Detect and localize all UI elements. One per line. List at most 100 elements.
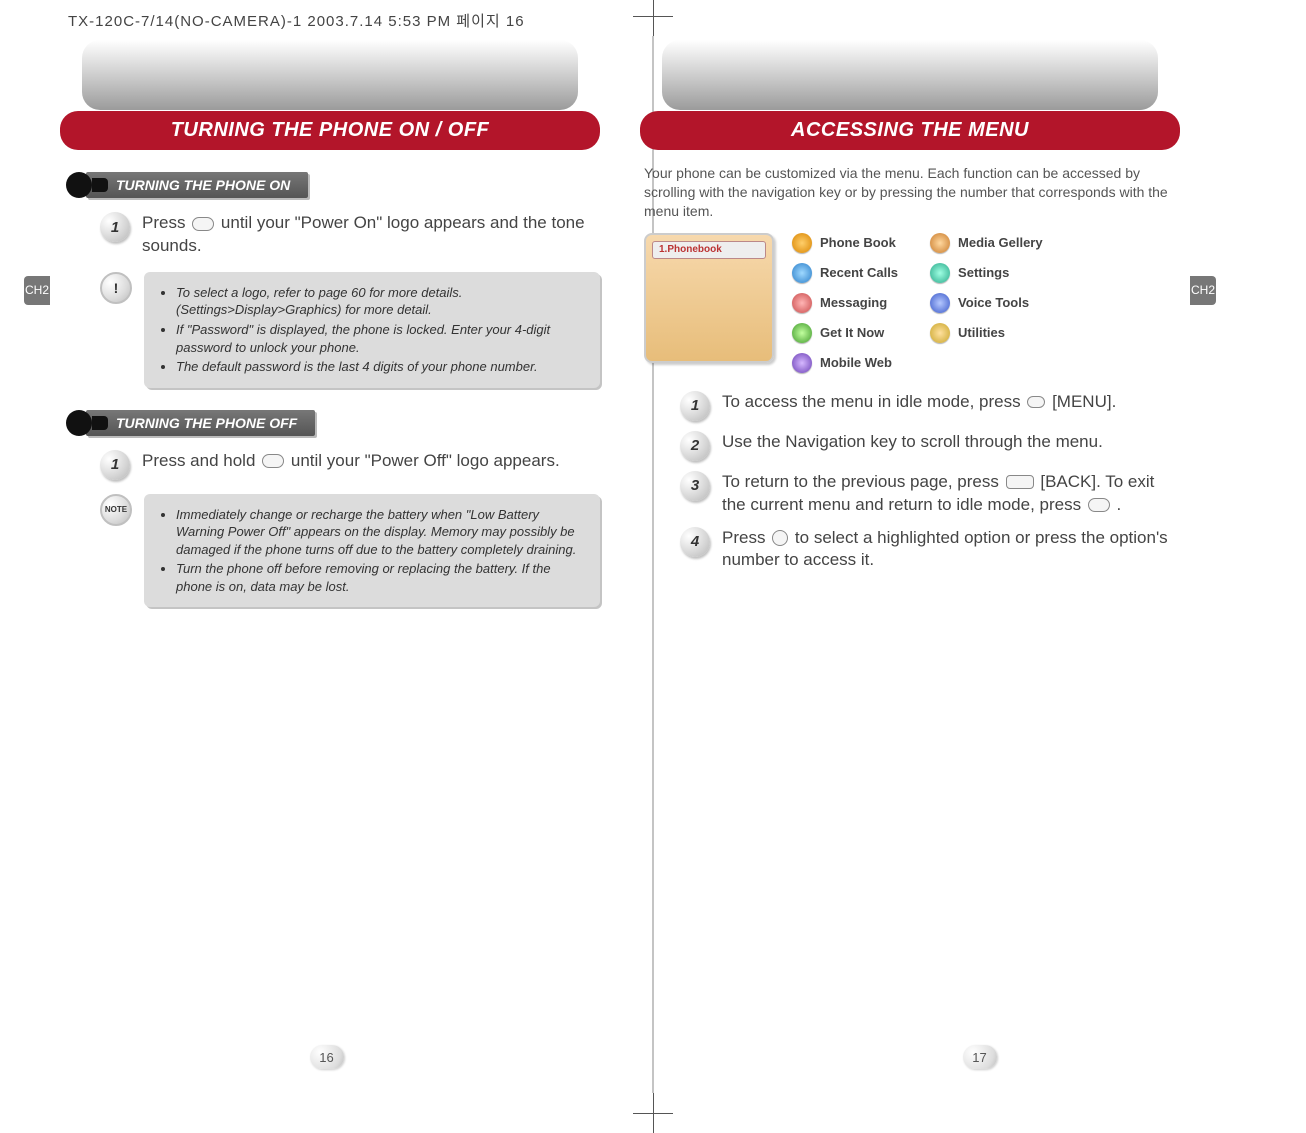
step-number: 4: [680, 527, 710, 557]
chapter-tab-left: CH2: [24, 276, 50, 305]
text: until your "Power Off" logo appears.: [291, 451, 560, 470]
menu-label: Phone Book: [820, 235, 896, 250]
tip-item: The default password is the last 4 digit…: [176, 358, 586, 376]
menu-col-1: Phone Book Recent Calls Messaging Get It…: [792, 233, 898, 373]
page-footer: 16 17: [0, 1045, 1306, 1069]
media-gallery-icon: [930, 233, 950, 253]
menu-col-2: Media Gellery Settings Voice Tools Utili…: [930, 233, 1043, 373]
bullet-icon: [66, 410, 92, 436]
step-text: Press to select a highlighted option or …: [722, 527, 1180, 573]
step-number: 2: [680, 431, 710, 461]
step-off-1: 1 Press and hold until your "Power Off" …: [100, 450, 600, 480]
text: To access the menu in idle mode, press: [722, 392, 1025, 411]
subheading-on: TURNING THE PHONE ON: [66, 172, 600, 198]
step-text: To access the menu in idle mode, press […: [722, 391, 1116, 421]
note-callout: NOTE Immediately change or recharge the …: [100, 494, 600, 608]
subheading-label: TURNING THE PHONE ON: [86, 172, 308, 198]
step-1: 1 To access the menu in idle mode, press…: [680, 391, 1180, 421]
menu-label: Voice Tools: [958, 295, 1029, 310]
step-number: 3: [680, 471, 710, 501]
text: to select a highlighted option or press …: [722, 528, 1168, 570]
menu-item: Settings: [930, 263, 1043, 283]
menu-label: Mobile Web: [820, 355, 892, 370]
chapter-tab-label: CH2: [1191, 283, 1215, 297]
page-number-left: 16: [310, 1045, 344, 1069]
print-header: TX-120C-7/14(NO-CAMERA)-1 2003.7.14 5:53…: [68, 10, 525, 31]
menu-label: Get It Now: [820, 325, 884, 340]
chapter-tab-label: CH2: [25, 283, 49, 297]
bullet-icon: [66, 172, 92, 198]
step-2: 2 Use the Navigation key to scroll throu…: [680, 431, 1180, 461]
banner-gradient: [662, 40, 1158, 110]
step-text: Press until your "Power On" logo appears…: [142, 212, 600, 258]
menu-overview: 1.Phonebook Phone Book Recent Calls Mess…: [644, 233, 1180, 373]
step-text: Press and hold until your "Power Off" lo…: [142, 450, 560, 480]
banner: TURNING THE PHONE ON / OFF: [60, 40, 600, 150]
menu-item: Utilities: [930, 323, 1043, 343]
voice-tools-icon: [930, 293, 950, 313]
tip-item: To select a logo, refer to page 60 for m…: [176, 284, 586, 319]
menu-label: Media Gellery: [958, 235, 1043, 250]
tip-callout: ! To select a logo, refer to page 60 for…: [100, 272, 600, 388]
note-item: Turn the phone off before removing or re…: [176, 560, 586, 595]
text: [MENU].: [1052, 392, 1116, 411]
note-badge-icon: NOTE: [100, 494, 132, 526]
banner: ACCESSING THE MENU: [640, 40, 1180, 150]
back-key-icon: [1006, 475, 1034, 489]
menu-item: Phone Book: [792, 233, 898, 253]
right-page: CH2 ACCESSING THE MENU Your phone can be…: [640, 30, 1180, 930]
text: .: [1117, 495, 1122, 514]
tip-box: To select a logo, refer to page 60 for m…: [144, 272, 600, 388]
intro-text: Your phone can be customized via the men…: [644, 164, 1180, 221]
step-number: 1: [100, 212, 130, 242]
end-key-icon: [192, 217, 214, 231]
subheading-off: TURNING THE PHONE OFF: [66, 410, 600, 436]
page-title: TURNING THE PHONE ON / OFF: [60, 111, 600, 150]
settings-icon: [930, 263, 950, 283]
step-3: 3 To return to the previous page, press …: [680, 471, 1180, 517]
phonebook-icon: [792, 233, 812, 253]
menu-label: Settings: [958, 265, 1009, 280]
page-number-right: 17: [963, 1045, 997, 1069]
menu-columns: Phone Book Recent Calls Messaging Get It…: [792, 233, 1043, 373]
ok-key-icon: [772, 530, 788, 546]
messaging-icon: [792, 293, 812, 313]
menu-item: Mobile Web: [792, 353, 898, 373]
get-it-now-icon: [792, 323, 812, 343]
mobile-web-icon: [792, 353, 812, 373]
step-4: 4 Press to select a highlighted option o…: [680, 527, 1180, 573]
text: Press: [142, 213, 190, 232]
text: Press: [722, 528, 770, 547]
page-title: ACCESSING THE MENU: [640, 111, 1180, 150]
menu-item: Voice Tools: [930, 293, 1043, 313]
menu-item: Recent Calls: [792, 263, 898, 283]
menu-item: Messaging: [792, 293, 898, 313]
menu-label: Messaging: [820, 295, 887, 310]
note-box: Immediately change or recharge the batte…: [144, 494, 600, 608]
phone-screenshot: 1.Phonebook: [644, 233, 774, 363]
step-number: 1: [100, 450, 130, 480]
text: To return to the previous page, press: [722, 472, 1004, 491]
step-text: Use the Navigation key to scroll through…: [722, 431, 1103, 461]
crop-mark-bottom: [633, 1093, 673, 1133]
banner-gradient: [82, 40, 578, 110]
end-key-icon: [1088, 498, 1110, 512]
step-on-1: 1 Press until your "Power On" logo appea…: [100, 212, 600, 258]
screenshot-label: 1.Phonebook: [652, 241, 766, 259]
menu-label: Recent Calls: [820, 265, 898, 280]
end-key-icon: [262, 454, 284, 468]
utilities-icon: [930, 323, 950, 343]
recent-calls-icon: [792, 263, 812, 283]
menu-label: Utilities: [958, 325, 1005, 340]
left-page: CH2 TURNING THE PHONE ON / OFF TURNING T…: [60, 30, 600, 930]
tip-badge-icon: !: [100, 272, 132, 304]
chapter-tab-right: CH2: [1190, 276, 1216, 305]
text: Press and hold: [142, 451, 260, 470]
subheading-label: TURNING THE PHONE OFF: [86, 410, 315, 436]
softkey-icon: [1027, 396, 1045, 408]
tip-item: If "Password" is displayed, the phone is…: [176, 321, 586, 356]
note-item: Immediately change or recharge the batte…: [176, 506, 586, 559]
menu-item: Get It Now: [792, 323, 898, 343]
menu-item: Media Gellery: [930, 233, 1043, 253]
step-text: To return to the previous page, press [B…: [722, 471, 1180, 517]
